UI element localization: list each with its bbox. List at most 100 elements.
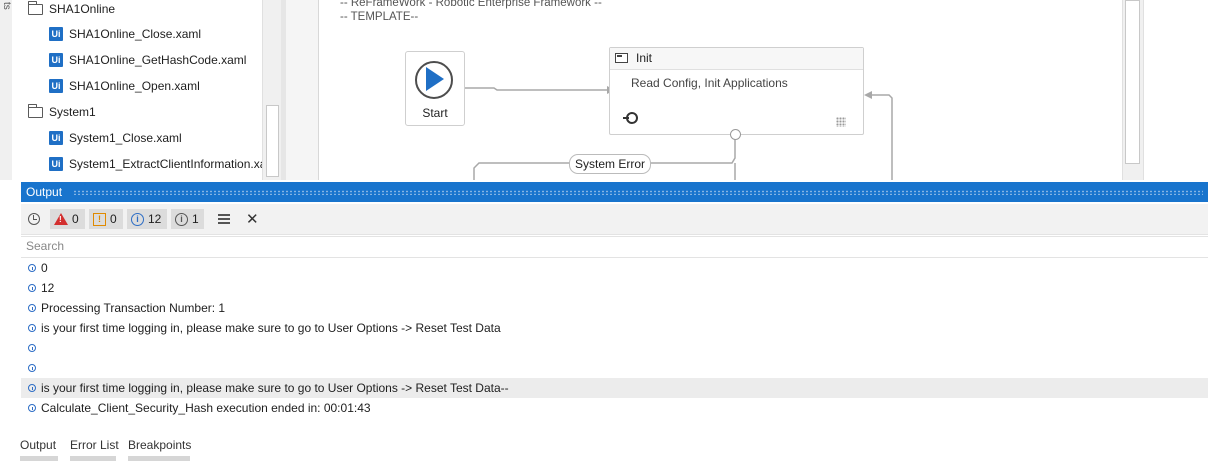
tree-file-system1-close[interactable]: Ui System1_Close.xaml	[49, 125, 182, 151]
panel-splitter[interactable]	[281, 0, 286, 180]
log-message: Processing Transaction Number: 1	[41, 301, 226, 315]
list-icon	[218, 214, 230, 224]
output-panel: Output 0 ! 0 i 12 i 1 ✕	[21, 182, 1208, 431]
right-panel	[1143, 0, 1208, 180]
tab-breakpoints-indicator	[128, 456, 190, 461]
xaml-file-icon: Ui	[49, 131, 63, 145]
start-node[interactable]: Start	[405, 51, 465, 126]
xaml-file-icon: Ui	[49, 157, 63, 171]
start-label: Start	[422, 106, 448, 120]
flowchart-canvas[interactable]: -- ReFrameWork - Robotic Enterprise Fram…	[318, 0, 1122, 180]
errors-count: 0	[72, 212, 79, 226]
info-icon	[28, 264, 36, 272]
project-tree-scrollbar[interactable]	[262, 0, 281, 180]
init-state[interactable]: Init Read Config, Init Applications	[609, 47, 864, 140]
tree-file-sha1online-gethashcode[interactable]: Ui SHA1Online_GetHashCode.xaml	[49, 47, 246, 73]
tree-item-label: SHA1Online_Open.xaml	[69, 79, 200, 93]
drag-handle[interactable]	[73, 190, 1203, 195]
bottom-panel-tabs: Output Error List Breakpoints	[0, 430, 1208, 461]
resize-grip-icon[interactable]	[836, 117, 846, 127]
output-search-bar	[21, 236, 1208, 258]
tab-output[interactable]: Output	[20, 438, 56, 452]
init-state-header: Init	[610, 48, 863, 70]
scrollbar-thumb[interactable]	[266, 105, 279, 177]
open-logs-button[interactable]	[214, 209, 234, 229]
log-message: 0	[41, 261, 48, 275]
log-message: Calculate_Client_Security_Hash execution…	[41, 401, 371, 415]
tab-error-list[interactable]: Error List	[70, 438, 119, 452]
clear-output-button[interactable]: ✕	[242, 209, 263, 229]
close-icon: ✕	[246, 211, 259, 228]
xaml-file-icon: Ui	[49, 27, 63, 41]
workflow-designer: -- ReFrameWork - Robotic Enterprise Fram…	[287, 0, 1122, 180]
tree-file-sha1online-close[interactable]: Ui SHA1Online_Close.xaml	[49, 21, 201, 47]
search-input[interactable]	[21, 237, 1176, 255]
entry-action-icon	[623, 112, 638, 124]
clock-icon	[28, 213, 40, 225]
trace-icon: i	[175, 212, 188, 226]
init-state-title: Init	[636, 51, 653, 65]
warning-icon: !	[93, 212, 106, 226]
tree-folder-system1[interactable]: System1	[28, 99, 96, 125]
tab-output-indicator	[20, 456, 58, 461]
xaml-file-icon: Ui	[49, 53, 63, 67]
connection-point[interactable]	[730, 129, 741, 140]
folder-icon	[28, 0, 43, 15]
info-icon	[28, 304, 36, 312]
tree-folder-sha1online[interactable]: SHA1Online	[28, 0, 115, 22]
designer-scrollbar[interactable]	[1122, 0, 1143, 180]
tab-breakpoints[interactable]: Breakpoints	[128, 438, 191, 452]
tree-item-label: SHA1Online	[49, 2, 116, 16]
xaml-file-icon: Ui	[49, 79, 63, 93]
tree-file-sha1online-open[interactable]: Ui SHA1Online_Open.xaml	[49, 73, 200, 99]
info-icon	[28, 404, 36, 412]
errors-filter-button[interactable]: 0	[50, 209, 85, 229]
info-count: 12	[148, 212, 162, 226]
log-entry[interactable]	[21, 338, 1208, 358]
workspace-top: ts SHA1Online Ui SHA1Online_Close.xaml U…	[0, 0, 1208, 180]
trace-count: 1	[192, 212, 199, 226]
transition-label-system-error[interactable]: System Error	[569, 154, 652, 174]
tree-file-system1-extractclientinformation[interactable]: Ui System1_ExtractClientInformation.xaml	[49, 151, 262, 177]
log-message: is your first time logging in, please ma…	[41, 381, 509, 395]
info-filter-button[interactable]: i 12	[127, 209, 167, 229]
init-state-description: Read Config, Init Applications	[631, 76, 788, 90]
state-icon	[615, 53, 628, 63]
scrollbar-thumb[interactable]	[1125, 0, 1140, 164]
trace-filter-button[interactable]: i 1	[171, 209, 204, 229]
log-entry[interactable]: is your first time logging in, please ma…	[21, 318, 1208, 338]
output-toolbar: 0 ! 0 i 12 i 1 ✕	[21, 204, 1208, 235]
tree-item-label: SHA1Online_GetHashCode.xaml	[69, 53, 247, 67]
tree-item-label: SHA1Online_Close.xaml	[69, 27, 202, 41]
log-entry[interactable]: 12	[21, 278, 1208, 298]
tree-item-label: System1_ExtractClientInformation.xaml	[69, 157, 262, 171]
output-titlebar[interactable]: Output	[21, 182, 1208, 202]
output-log-list: 0 12 Processing Transaction Number: 1 is…	[21, 258, 1208, 431]
framework-annotation: -- ReFrameWork - Robotic Enterprise Fram…	[340, 0, 602, 9]
folder-icon	[28, 103, 43, 118]
log-entry-selected[interactable]: is your first time logging in, please ma…	[21, 378, 1208, 398]
info-icon	[28, 344, 36, 352]
log-entry[interactable]: 0	[21, 258, 1208, 278]
log-entry[interactable]	[21, 358, 1208, 378]
play-icon	[415, 61, 453, 99]
template-annotation: -- TEMPLATE--	[340, 11, 419, 23]
tree-item-label: System1_Close.xaml	[69, 131, 182, 145]
info-icon	[28, 324, 36, 332]
project-tree: SHA1Online Ui SHA1Online_Close.xaml Ui S…	[12, 0, 262, 180]
info-icon	[28, 364, 36, 372]
side-panel-label: ts	[1, 2, 12, 10]
output-title: Output	[26, 185, 63, 199]
warnings-count: 0	[110, 212, 117, 226]
timestamp-toggle-button[interactable]	[24, 209, 44, 229]
log-entry[interactable]: Processing Transaction Number: 1	[21, 298, 1208, 318]
info-icon	[28, 384, 36, 392]
tab-error-list-indicator	[70, 456, 116, 461]
log-message: 12	[41, 281, 55, 295]
info-icon: i	[131, 212, 144, 226]
log-entry[interactable]: Calculate_Client_Security_Hash execution…	[21, 398, 1208, 418]
info-icon	[28, 284, 36, 292]
warnings-filter-button[interactable]: ! 0	[89, 209, 123, 229]
tree-item-label: System1	[49, 105, 96, 119]
log-message: is your first time logging in, please ma…	[41, 321, 501, 335]
